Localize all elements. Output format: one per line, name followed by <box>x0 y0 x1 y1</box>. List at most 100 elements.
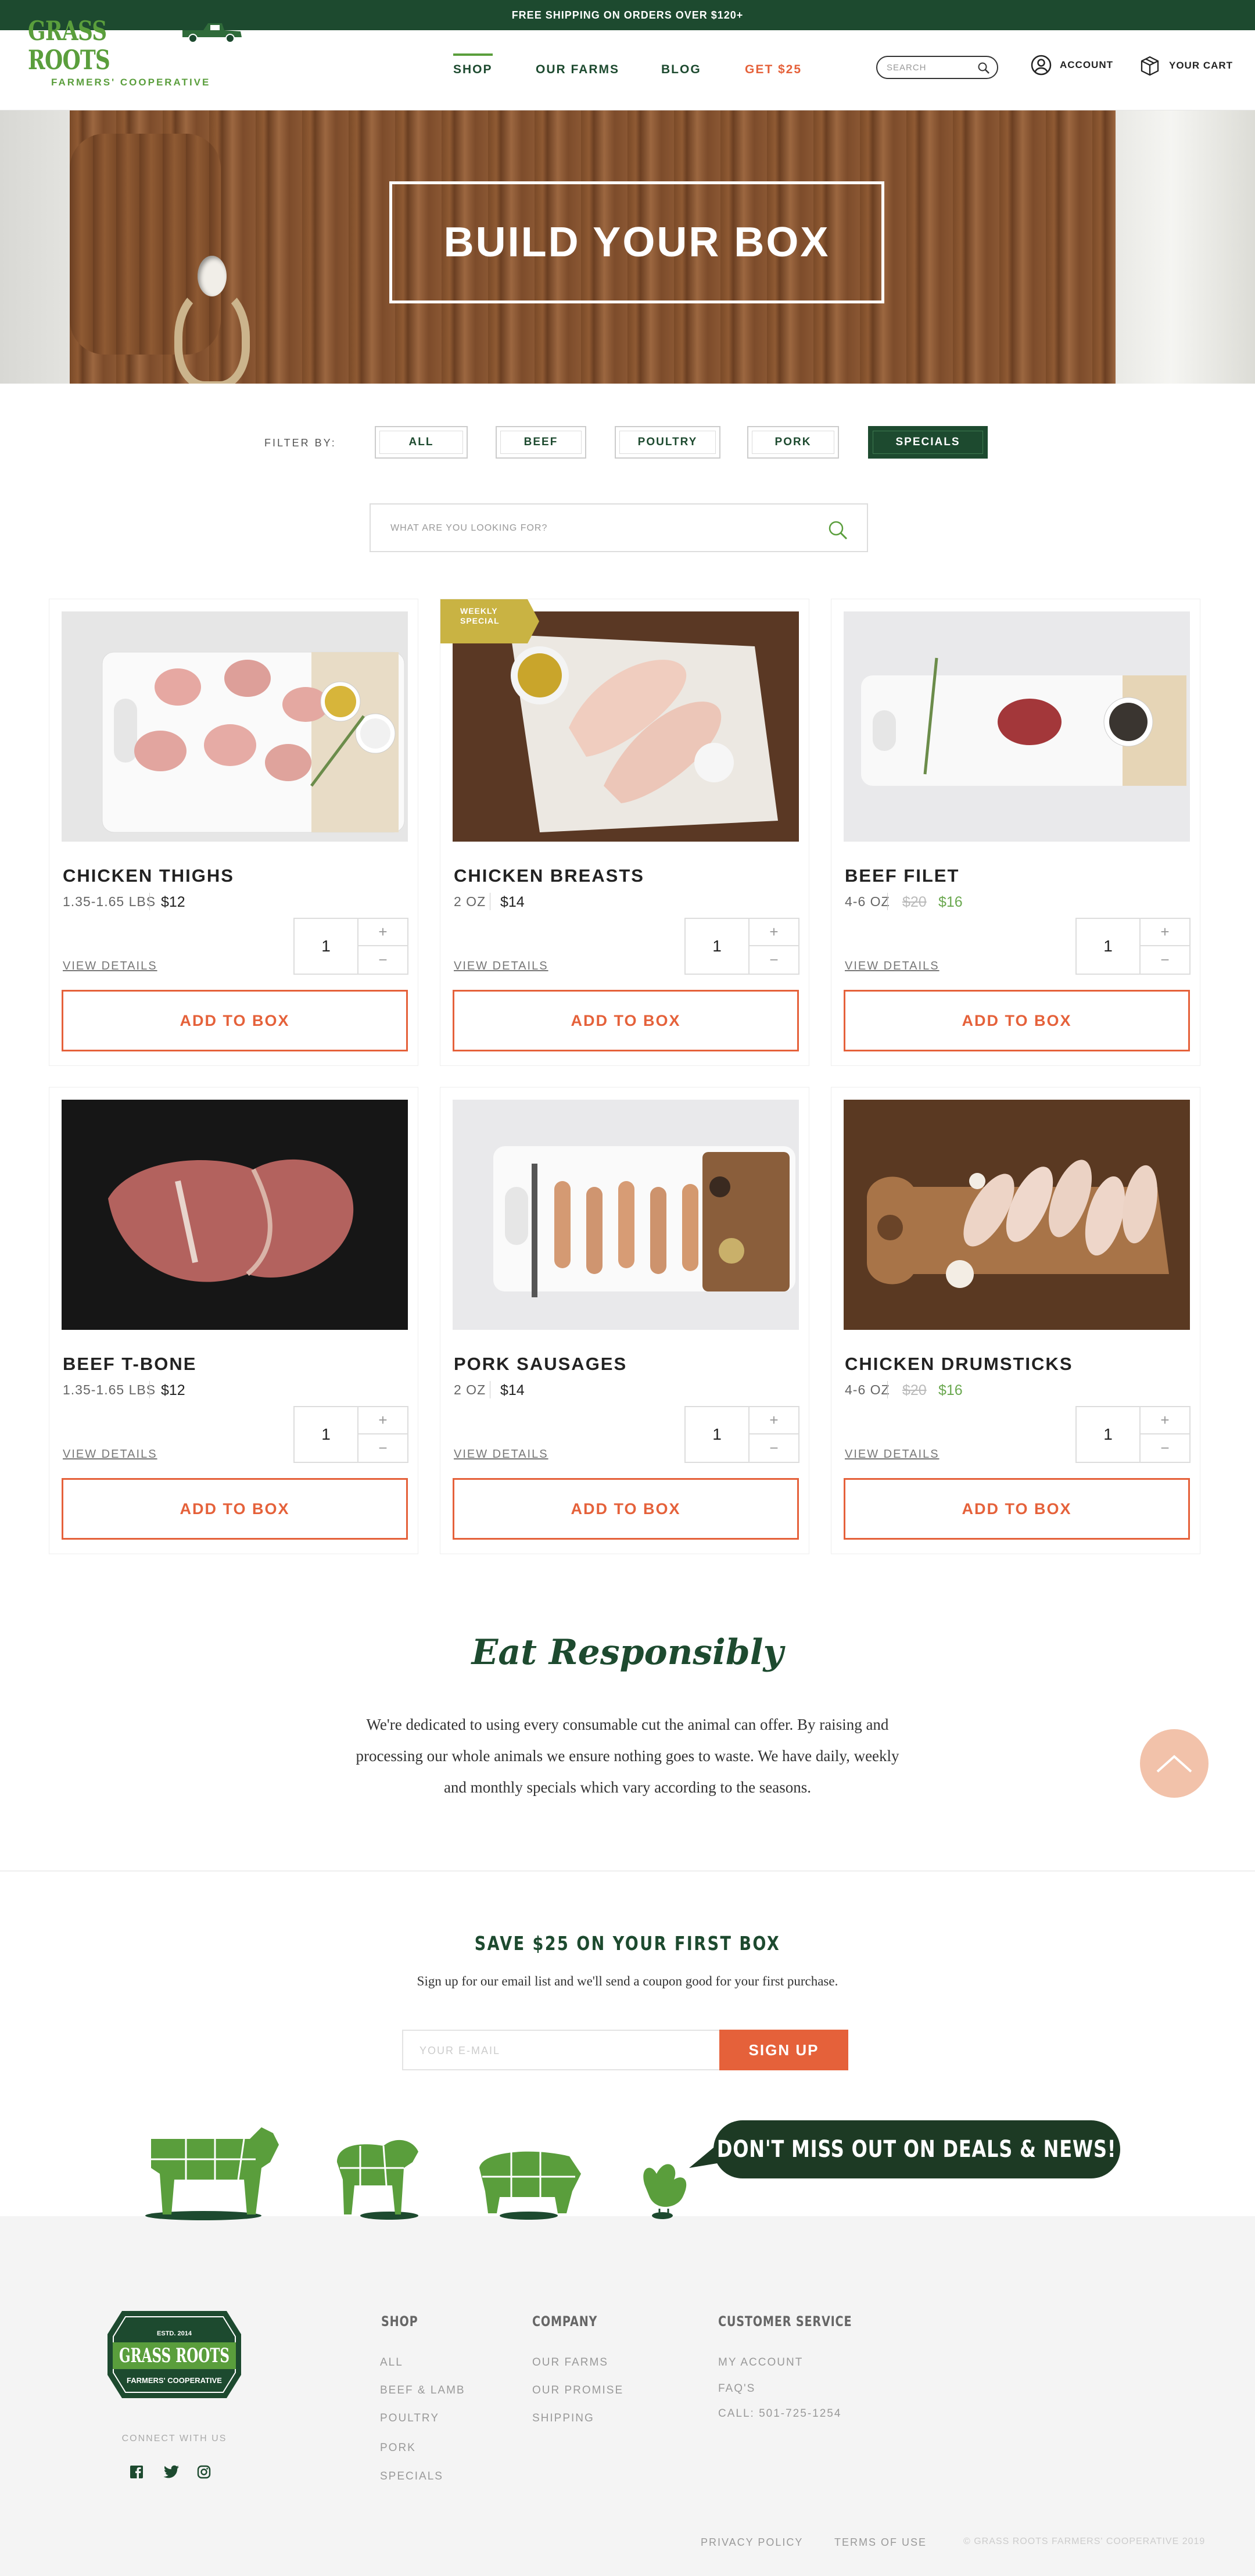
badge-label: WEEKLY SPECIAL <box>460 606 500 625</box>
cart-box-icon <box>1141 56 1159 76</box>
hero-title: BUILD YOUR BOX <box>443 219 830 266</box>
nav-shop[interactable]: SHOP <box>453 53 493 77</box>
eat-line: We're dedicated to using every consumabl… <box>366 1716 889 1733</box>
footer-link[interactable]: FAQ'S <box>718 2382 755 2395</box>
product-image[interactable] <box>62 611 408 842</box>
footer-link[interactable]: SHIPPING <box>532 2412 594 2425</box>
decrement-button[interactable]: − <box>750 946 798 974</box>
decrement-button[interactable]: − <box>750 1434 798 1462</box>
quantity-value[interactable]: 1 <box>686 919 750 974</box>
filter-label: FILTER BY: <box>264 437 336 449</box>
nav-get-25[interactable]: GET $25 <box>745 63 802 77</box>
increment-button[interactable]: + <box>358 919 407 946</box>
footer-service-heading: CUSTOMER SERVICE <box>718 2313 852 2330</box>
product-name: CHICKEN DRUMSTICKS <box>845 1354 1073 1374</box>
quantity-stepper[interactable]: 1 + − <box>293 1406 408 1463</box>
product-image[interactable] <box>844 611 1190 842</box>
quantity-stepper[interactable]: 1 + − <box>1075 918 1191 975</box>
header-search-input[interactable]: SEARCH <box>876 56 998 79</box>
product-search-input[interactable]: WHAT ARE YOU LOOKING FOR? <box>370 503 868 552</box>
footer-link[interactable]: SPECIALS <box>380 2470 443 2483</box>
instagram-icon[interactable] <box>195 2463 213 2481</box>
footer-link[interactable]: OUR FARMS <box>532 2356 608 2369</box>
account-link[interactable]: ACCOUNT <box>1031 55 1113 76</box>
site-logo[interactable]: GRASS ROOTS FARMERS' COOPERATIVE <box>28 16 242 88</box>
footer-link[interactable]: BEEF & LAMB <box>380 2384 465 2397</box>
increment-button[interactable]: + <box>1141 919 1189 946</box>
search-icon[interactable] <box>977 62 990 74</box>
product-card: BEEF FILET 4-6 OZ $20 $16 1 + − VIEW DET… <box>831 599 1200 1066</box>
product-price: $12 <box>161 1382 185 1398</box>
decrement-button[interactable]: − <box>358 946 407 974</box>
nav-blog[interactable]: BLOG <box>661 63 701 77</box>
view-details-link[interactable]: VIEW DETAILS <box>454 960 548 973</box>
chevron-up-icon <box>1156 1755 1192 1773</box>
facebook-icon[interactable] <box>128 2463 145 2481</box>
increment-button[interactable]: + <box>750 1407 798 1434</box>
increment-button[interactable]: + <box>358 1407 407 1434</box>
view-details-link[interactable]: VIEW DETAILS <box>63 960 157 973</box>
quantity-stepper[interactable]: 1 + − <box>293 918 408 975</box>
product-weight: 1.35-1.65 LBS <box>63 894 156 909</box>
footer-logo-badge[interactable]: GRASS ROOTS ESTD. 2014 FARMERS' COOPERAT… <box>105 2305 244 2404</box>
search-icon[interactable] <box>826 518 849 542</box>
terms-of-use-link[interactable]: TERMS OF USE <box>834 2536 927 2549</box>
view-details-link[interactable]: VIEW DETAILS <box>845 960 940 973</box>
email-placeholder: YOUR E-MAIL <box>419 2045 501 2056</box>
deals-bubble-text: DON'T MISS OUT ON DEALS & NEWS! <box>717 2136 1117 2163</box>
decrement-button[interactable]: − <box>1141 946 1189 974</box>
footer-phone[interactable]: CALL: 501-725-1254 <box>718 2407 841 2420</box>
filter-beef[interactable]: BEEF <box>496 426 586 459</box>
privacy-policy-link[interactable]: PRIVACY POLICY <box>701 2536 803 2549</box>
add-to-box-button[interactable]: ADD TO BOX <box>453 1478 799 1540</box>
view-details-link[interactable]: VIEW DETAILS <box>845 1448 940 1461</box>
footer-link[interactable]: PORK <box>380 2442 416 2455</box>
decrement-button[interactable]: − <box>358 1434 407 1462</box>
newsletter-subtitle: Sign up for our email list and we'll sen… <box>417 1974 838 1988</box>
filter-specials[interactable]: SPECIALS <box>868 426 988 459</box>
product-price: $16 <box>938 1382 963 1398</box>
nav-our-farms[interactable]: OUR FARMS <box>536 63 619 77</box>
quantity-stepper[interactable]: 1 + − <box>1075 1406 1191 1463</box>
product-image[interactable] <box>453 1100 799 1330</box>
quantity-value[interactable]: 1 <box>686 1407 750 1462</box>
cart-link[interactable]: YOUR CART <box>1139 55 1233 77</box>
add-to-box-button[interactable]: ADD TO BOX <box>844 1478 1190 1540</box>
product-price: $14 <box>500 894 525 910</box>
quantity-value[interactable]: 1 <box>295 919 358 974</box>
product-image[interactable] <box>453 611 799 842</box>
quantity-stepper[interactable]: 1 + − <box>684 918 799 975</box>
view-details-link[interactable]: VIEW DETAILS <box>454 1448 548 1461</box>
footer-link[interactable]: POULTRY <box>380 2412 439 2425</box>
filter-pork[interactable]: PORK <box>747 426 839 459</box>
quantity-value[interactable]: 1 <box>1077 919 1141 974</box>
footer-link[interactable]: ALL <box>380 2356 403 2369</box>
product-name: BEEF FILET <box>845 865 960 886</box>
product-image[interactable] <box>844 1100 1190 1330</box>
quantity-value[interactable]: 1 <box>1077 1407 1141 1462</box>
add-to-box-button[interactable]: ADD TO BOX <box>844 990 1190 1051</box>
add-to-box-button[interactable]: ADD TO BOX <box>62 990 408 1051</box>
twitter-icon[interactable] <box>163 2463 180 2481</box>
footer-link[interactable]: MY ACCOUNT <box>718 2356 803 2369</box>
account-icon <box>1031 55 1052 76</box>
product-image[interactable] <box>62 1100 408 1330</box>
footer-link[interactable]: OUR PROMISE <box>532 2384 623 2397</box>
sign-up-button[interactable]: SIGN UP <box>719 2030 848 2070</box>
divider <box>149 1381 150 1398</box>
back-to-top-button[interactable] <box>1140 1729 1209 1798</box>
truck-icon <box>182 23 242 43</box>
add-to-box-button[interactable]: ADD TO BOX <box>453 990 799 1051</box>
email-field[interactable]: YOUR E-MAIL <box>402 2030 722 2070</box>
quantity-stepper[interactable]: 1 + − <box>684 1406 799 1463</box>
filter-all[interactable]: ALL <box>375 426 468 459</box>
footer-company-heading: COMPANY <box>532 2313 598 2330</box>
view-details-link[interactable]: VIEW DETAILS <box>63 1448 157 1461</box>
decrement-button[interactable]: − <box>1141 1434 1189 1462</box>
increment-button[interactable]: + <box>1141 1407 1189 1434</box>
quantity-value[interactable]: 1 <box>295 1407 358 1462</box>
product-old-price: $20 <box>902 894 927 910</box>
increment-button[interactable]: + <box>750 919 798 946</box>
add-to-box-button[interactable]: ADD TO BOX <box>62 1478 408 1540</box>
filter-poultry[interactable]: POULTRY <box>615 426 720 459</box>
